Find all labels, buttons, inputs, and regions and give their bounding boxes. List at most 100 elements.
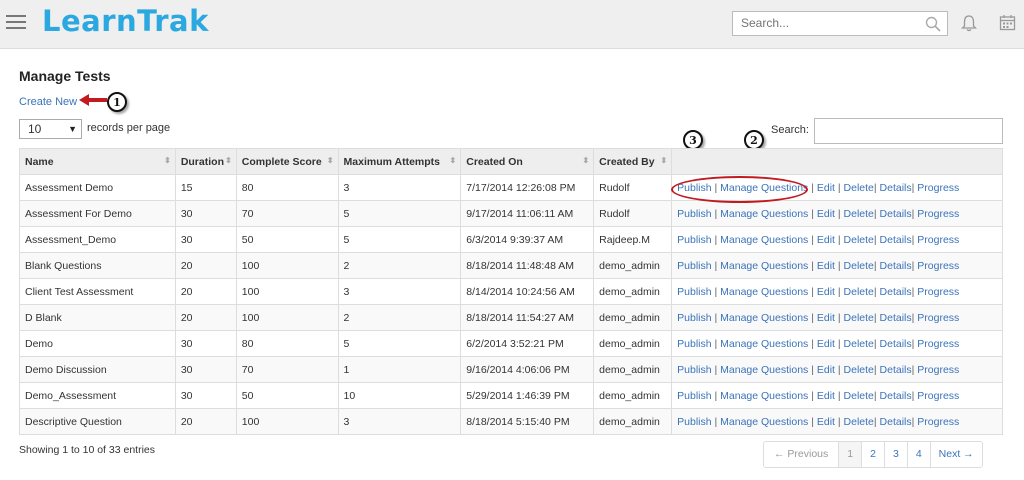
edit-link[interactable]: Edit (817, 416, 835, 428)
progress-link[interactable]: Progress (917, 312, 959, 324)
cell-actions: Publish | Manage Questions | Edit | Dele… (671, 330, 1003, 357)
page-2-button[interactable]: 2 (861, 442, 884, 467)
details-link[interactable]: Details (880, 208, 912, 220)
delete-link[interactable]: Delete (844, 364, 874, 376)
edit-link[interactable]: Edit (817, 338, 835, 350)
sort-icon[interactable]: ⬍ (660, 156, 667, 165)
manage-questions-link[interactable]: Manage Questions (720, 234, 808, 246)
cell-created-by: demo_admin (593, 408, 673, 435)
cell-created-on: 5/29/2014 1:46:39 PM (460, 382, 595, 409)
edit-link[interactable]: Edit (817, 208, 835, 220)
global-search[interactable] (732, 11, 948, 36)
delete-link[interactable]: Delete (844, 234, 874, 246)
col-created-by[interactable]: Created By ⬍ (593, 148, 673, 175)
publish-link[interactable]: Publish (677, 260, 711, 272)
progress-link[interactable]: Progress (917, 182, 959, 194)
delete-link[interactable]: Delete (844, 208, 874, 220)
app-logo[interactable]: LearnTrak (42, 4, 209, 38)
progress-link[interactable]: Progress (917, 338, 959, 350)
sort-icon[interactable]: ⬍ (327, 156, 334, 165)
details-link[interactable]: Details (880, 182, 912, 194)
search-icon[interactable] (925, 16, 941, 32)
table-row: D Blank 20 100 2 8/18/2014 11:54:27 AM demo_a… (19, 304, 1003, 331)
delete-link[interactable]: Delete (844, 416, 874, 428)
progress-link[interactable]: Progress (917, 286, 959, 298)
manage-questions-link[interactable]: Manage Questions (720, 286, 808, 298)
cell-name: Descriptive Question (19, 408, 176, 435)
details-link[interactable]: Details (880, 286, 912, 298)
calendar-icon[interactable] (999, 14, 1016, 31)
details-link[interactable]: Details (880, 390, 912, 402)
progress-link[interactable]: Progress (917, 260, 959, 272)
page-4-button[interactable]: 4 (906, 442, 930, 467)
sort-icon[interactable]: ⬍ (450, 156, 457, 165)
previous-page-button[interactable]: ← Previous (764, 442, 839, 467)
delete-link[interactable]: Delete (844, 286, 874, 298)
edit-link[interactable]: Edit (817, 390, 835, 402)
cell-maximum-attempts: 5 (337, 226, 462, 253)
publish-link[interactable]: Publish (677, 312, 711, 324)
manage-questions-link[interactable]: Manage Questions (720, 312, 808, 324)
details-link[interactable]: Details (880, 260, 912, 272)
next-page-button[interactable]: Next → (929, 442, 982, 467)
edit-link[interactable]: Edit (817, 260, 835, 272)
progress-link[interactable]: Progress (917, 364, 959, 376)
manage-questions-link[interactable]: Manage Questions (720, 390, 808, 402)
cell-maximum-attempts: 3 (337, 408, 462, 435)
progress-link[interactable]: Progress (917, 390, 959, 402)
table-search-label: Search: (771, 124, 809, 136)
table-search-input[interactable] (814, 118, 1003, 144)
publish-link[interactable]: Publish (677, 208, 711, 220)
col-name[interactable]: Name ⬍ (19, 148, 176, 175)
delete-link[interactable]: Delete (844, 182, 874, 194)
col-created-on[interactable]: Created On ⬍ (460, 148, 595, 175)
publish-link[interactable]: Publish (677, 416, 711, 428)
action-separator: | (808, 415, 817, 428)
cell-duration: 15 (174, 174, 237, 201)
cell-created-by: Rudolf (593, 200, 673, 227)
details-link[interactable]: Details (880, 312, 912, 324)
records-per-page-select[interactable]: 10 ▼ (19, 119, 82, 139)
edit-link[interactable]: Edit (817, 182, 835, 194)
edit-link[interactable]: Edit (817, 364, 835, 376)
page-1-button[interactable]: 1 (838, 442, 862, 467)
edit-link[interactable]: Edit (817, 286, 835, 298)
progress-link[interactable]: Progress (917, 416, 959, 428)
manage-questions-link[interactable]: Manage Questions (720, 260, 808, 272)
sort-icon[interactable]: ⬍ (164, 156, 171, 165)
details-link[interactable]: Details (880, 338, 912, 350)
sort-icon[interactable]: ⬍ (225, 156, 232, 165)
manage-questions-link[interactable]: Manage Questions (720, 338, 808, 350)
delete-link[interactable]: Delete (844, 260, 874, 272)
manage-questions-link[interactable]: Manage Questions (720, 364, 808, 376)
details-link[interactable]: Details (880, 234, 912, 246)
details-link[interactable]: Details (880, 364, 912, 376)
col-maximum-attempts[interactable]: Maximum Attempts ⬍ (337, 148, 462, 175)
manage-questions-link[interactable]: Manage Questions (720, 208, 808, 220)
publish-link[interactable]: Publish (677, 286, 711, 298)
global-search-input[interactable] (733, 12, 929, 34)
publish-link[interactable]: Publish (677, 338, 711, 350)
cell-maximum-attempts: 3 (337, 174, 462, 201)
delete-link[interactable]: Delete (844, 312, 874, 324)
edit-link[interactable]: Edit (817, 234, 835, 246)
publish-link[interactable]: Publish (677, 234, 711, 246)
col-complete-score[interactable]: Complete Score ⬍ (235, 148, 339, 175)
edit-link[interactable]: Edit (817, 312, 835, 324)
create-new-link[interactable]: Create New (19, 96, 77, 108)
manage-questions-link[interactable]: Manage Questions (720, 416, 808, 428)
details-link[interactable]: Details (880, 416, 912, 428)
publish-link[interactable]: Publish (677, 390, 711, 402)
progress-link[interactable]: Progress (917, 208, 959, 220)
action-separator: | (711, 233, 721, 246)
delete-link[interactable]: Delete (844, 390, 874, 402)
bell-icon[interactable] (961, 14, 977, 32)
col-duration[interactable]: Duration ⬍ (174, 148, 237, 175)
progress-link[interactable]: Progress (917, 234, 959, 246)
delete-link[interactable]: Delete (844, 338, 874, 350)
menu-icon[interactable] (6, 15, 26, 31)
sort-icon[interactable]: ⬍ (582, 156, 589, 165)
publish-link[interactable]: Publish (677, 364, 711, 376)
page-3-button[interactable]: 3 (883, 442, 907, 467)
table-row: Assessment Demo 15 80 3 7/17/2014 12:26:08 P… (19, 174, 1003, 201)
